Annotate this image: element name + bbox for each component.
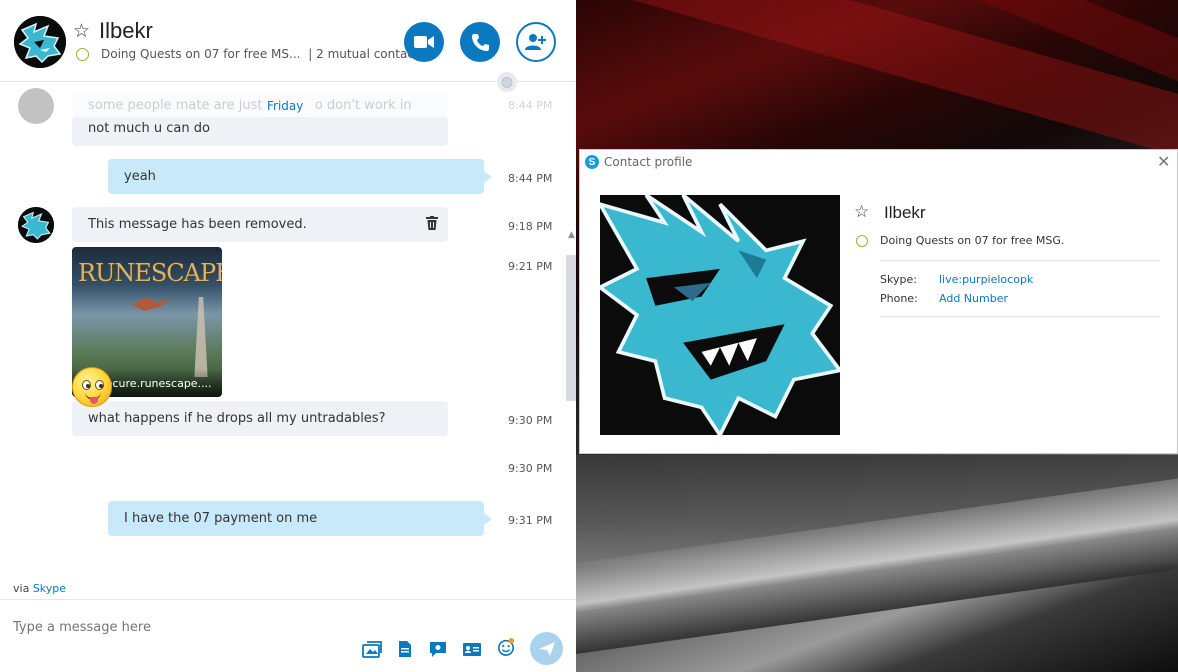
message-time: 9:30 PM bbox=[508, 462, 553, 475]
day-separator: Friday bbox=[265, 99, 306, 113]
file-icon[interactable] bbox=[395, 640, 415, 658]
audio-call-icon bbox=[472, 34, 489, 51]
phone-label: Phone: bbox=[880, 292, 918, 305]
video-call-button[interactable] bbox=[404, 22, 444, 62]
runescape-logo: RUNESCAPE bbox=[78, 259, 222, 287]
via-prefix: via bbox=[13, 582, 30, 595]
video-message-icon[interactable] bbox=[428, 640, 448, 658]
add-person-button[interactable] bbox=[516, 22, 556, 62]
message-input[interactable] bbox=[13, 620, 343, 635]
contact-name: Ilbekr bbox=[99, 18, 153, 43]
chat-header: ☆ Ilbekr Doing Quests on 07 for free MS.… bbox=[0, 0, 576, 82]
preview-image-tower bbox=[194, 297, 208, 377]
message-bubble: what happens if he drops all my untradab… bbox=[72, 401, 448, 436]
profile-window-title: Contact profile bbox=[604, 155, 693, 169]
message-text: some people mate are just h bbox=[88, 97, 275, 113]
message-time: 9:21 PM bbox=[508, 260, 553, 273]
profile-divider bbox=[880, 260, 1160, 261]
chat-window: ☆ Ilbekr Doing Quests on 07 for free MS.… bbox=[0, 0, 576, 672]
message-list: some people mate are just h o don't work … bbox=[0, 83, 576, 583]
message-bubble-outgoing: I have the 07 payment on me bbox=[108, 501, 492, 536]
contact-card-icon[interactable] bbox=[462, 640, 482, 658]
message-time: 8:44 PM bbox=[508, 99, 553, 112]
message-text-tail: o don't work in bbox=[314, 97, 412, 113]
trash-icon[interactable] bbox=[426, 216, 438, 230]
online-status-icon bbox=[76, 48, 89, 61]
online-status-icon bbox=[856, 235, 868, 247]
message-time: 9:31 PM bbox=[508, 514, 553, 527]
message-avatar[interactable] bbox=[18, 207, 54, 243]
profile-picture bbox=[600, 195, 840, 435]
link-preview-url: secure.runescape.... bbox=[100, 376, 212, 390]
send-button[interactable] bbox=[530, 632, 563, 665]
profile-name: Ilbekr bbox=[884, 203, 926, 222]
favorite-star-icon[interactable]: ☆ bbox=[73, 20, 90, 42]
contact-profile-window: S Contact profile ✕ ☆ Ilbekr Doing Quest… bbox=[579, 149, 1178, 454]
profile-titlebar[interactable]: S Contact profile ✕ bbox=[580, 150, 1178, 176]
message-time: 9:18 PM bbox=[508, 220, 553, 233]
scroll-up-arrow-icon[interactable]: ▲ bbox=[568, 230, 575, 240]
add-number-link[interactable]: Add Number bbox=[939, 292, 1008, 305]
favorite-star-icon[interactable]: ☆ bbox=[854, 202, 869, 222]
via-line: via Skype bbox=[13, 582, 66, 595]
via-skype-link[interactable]: Skype bbox=[33, 582, 66, 595]
message-time: 8:44 PM bbox=[508, 172, 553, 185]
contact-mood-line: Doing Quests on 07 for free MS... | 2 mu… bbox=[101, 47, 425, 61]
message-text: This message has been removed. bbox=[88, 217, 307, 232]
skype-id-value[interactable]: live:purpielocopk bbox=[939, 273, 1033, 286]
message-text: what happens if he drops all my untradab… bbox=[88, 411, 386, 426]
message-bubble-outgoing: yeah bbox=[108, 159, 492, 194]
emoticon-icon[interactable] bbox=[496, 638, 516, 656]
contact-mood: Doing Quests on 07 for free MS... bbox=[101, 47, 301, 61]
message-time: 9:30 PM bbox=[508, 414, 553, 427]
skype-id-label: Skype: bbox=[880, 273, 917, 286]
contact-avatar[interactable] bbox=[14, 16, 66, 68]
message-scrollbar[interactable] bbox=[566, 255, 576, 401]
message-text: yeah bbox=[124, 169, 156, 184]
message-bubble: some people mate are just h o don't work … bbox=[72, 93, 448, 117]
preview-image-dragon bbox=[132, 297, 172, 311]
message-avatar bbox=[18, 88, 54, 124]
skype-logo-icon: S bbox=[585, 155, 599, 169]
message-bubble: not much u can do bbox=[72, 117, 448, 146]
audio-call-button[interactable] bbox=[460, 22, 500, 62]
message-text: not much u can do bbox=[88, 121, 210, 136]
tongue-out-emoji-icon bbox=[72, 367, 112, 407]
media-gallery-icon[interactable] bbox=[362, 640, 382, 658]
compose-area bbox=[0, 599, 576, 672]
video-call-icon bbox=[414, 36, 434, 48]
profile-mood: Doing Quests on 07 for free MSG. bbox=[880, 234, 1065, 247]
send-icon bbox=[538, 641, 555, 656]
profile-divider bbox=[880, 316, 1160, 317]
message-bubble: This message has been removed. bbox=[72, 207, 448, 242]
close-icon[interactable]: ✕ bbox=[1157, 152, 1170, 171]
message-text: I have the 07 payment on me bbox=[124, 511, 318, 526]
add-person-icon bbox=[525, 34, 546, 50]
